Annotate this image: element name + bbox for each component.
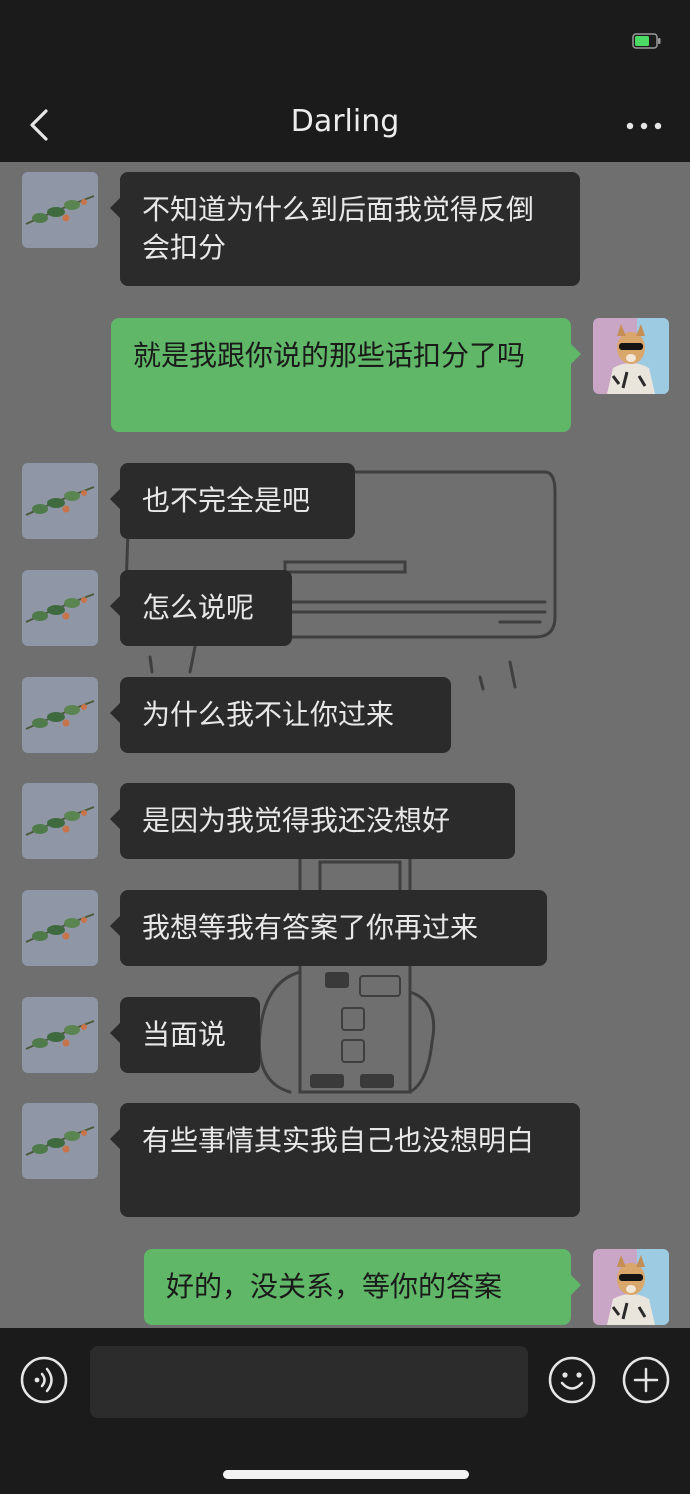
message-bubble[interactable]: 是因为我觉得我还没想好 [110,783,515,859]
message-bubble[interactable]: 有些事情其实我自己也没想明白 [110,1103,580,1217]
emoji-icon [548,1356,596,1404]
contact-avatar-image [22,172,98,248]
contact-avatar-image [22,1103,98,1179]
more-button[interactable] [624,106,664,146]
contact-avatar-image [22,463,98,539]
user-avatar[interactable] [593,1249,669,1325]
user-avatar[interactable] [593,318,669,394]
plus-button[interactable] [622,1356,670,1404]
contact-avatar-image [22,677,98,753]
contact-avatar[interactable] [22,172,98,248]
user-avatar-image [593,1249,669,1325]
contact-avatar[interactable] [22,1103,98,1179]
voice-button[interactable] [20,1356,68,1404]
message-bubble[interactable]: 我想等我有答案了你再过来 [110,890,547,966]
contact-avatar-image [22,890,98,966]
battery-icon [632,33,661,49]
contact-avatar[interactable] [22,677,98,753]
plus-icon [622,1356,670,1404]
message-bubble[interactable]: 不知道为什么到后面我觉得反倒会扣分 [110,172,580,286]
user-avatar-image [593,318,669,394]
chat-header: Darling [0,90,690,162]
emoji-button[interactable] [548,1356,596,1404]
status-bar [0,0,690,90]
voice-icon [20,1356,68,1404]
chat-area[interactable]: 不知道为什么到后面我觉得反倒会扣分 就是我跟你说的那些话扣分了吗也不完全是吧 怎么说… [0,162,690,1328]
message-input[interactable] [90,1346,528,1418]
message-bubble[interactable]: 也不完全是吧 [110,463,355,539]
contact-avatar[interactable] [22,997,98,1073]
message-bubble[interactable]: 为什么我不让你过来 [110,677,451,753]
contact-avatar[interactable] [22,890,98,966]
chat-title: Darling [290,104,400,139]
contact-avatar[interactable] [22,463,98,539]
contact-avatar-image [22,570,98,646]
message-bubble[interactable]: 当面说 [110,997,260,1073]
more-dots-icon [626,122,662,130]
contact-avatar-image [22,997,98,1073]
contact-avatar-image [22,783,98,859]
input-bar [0,1328,690,1494]
message-bubble[interactable]: 就是我跟你说的那些话扣分了吗 [111,318,581,432]
contact-avatar[interactable] [22,783,98,859]
message-bubble[interactable]: 好的，没关系，等你的答案 [144,1249,581,1325]
contact-avatar[interactable] [22,570,98,646]
message-bubble[interactable]: 怎么说呢 [110,570,292,646]
home-indicator [223,1470,469,1479]
